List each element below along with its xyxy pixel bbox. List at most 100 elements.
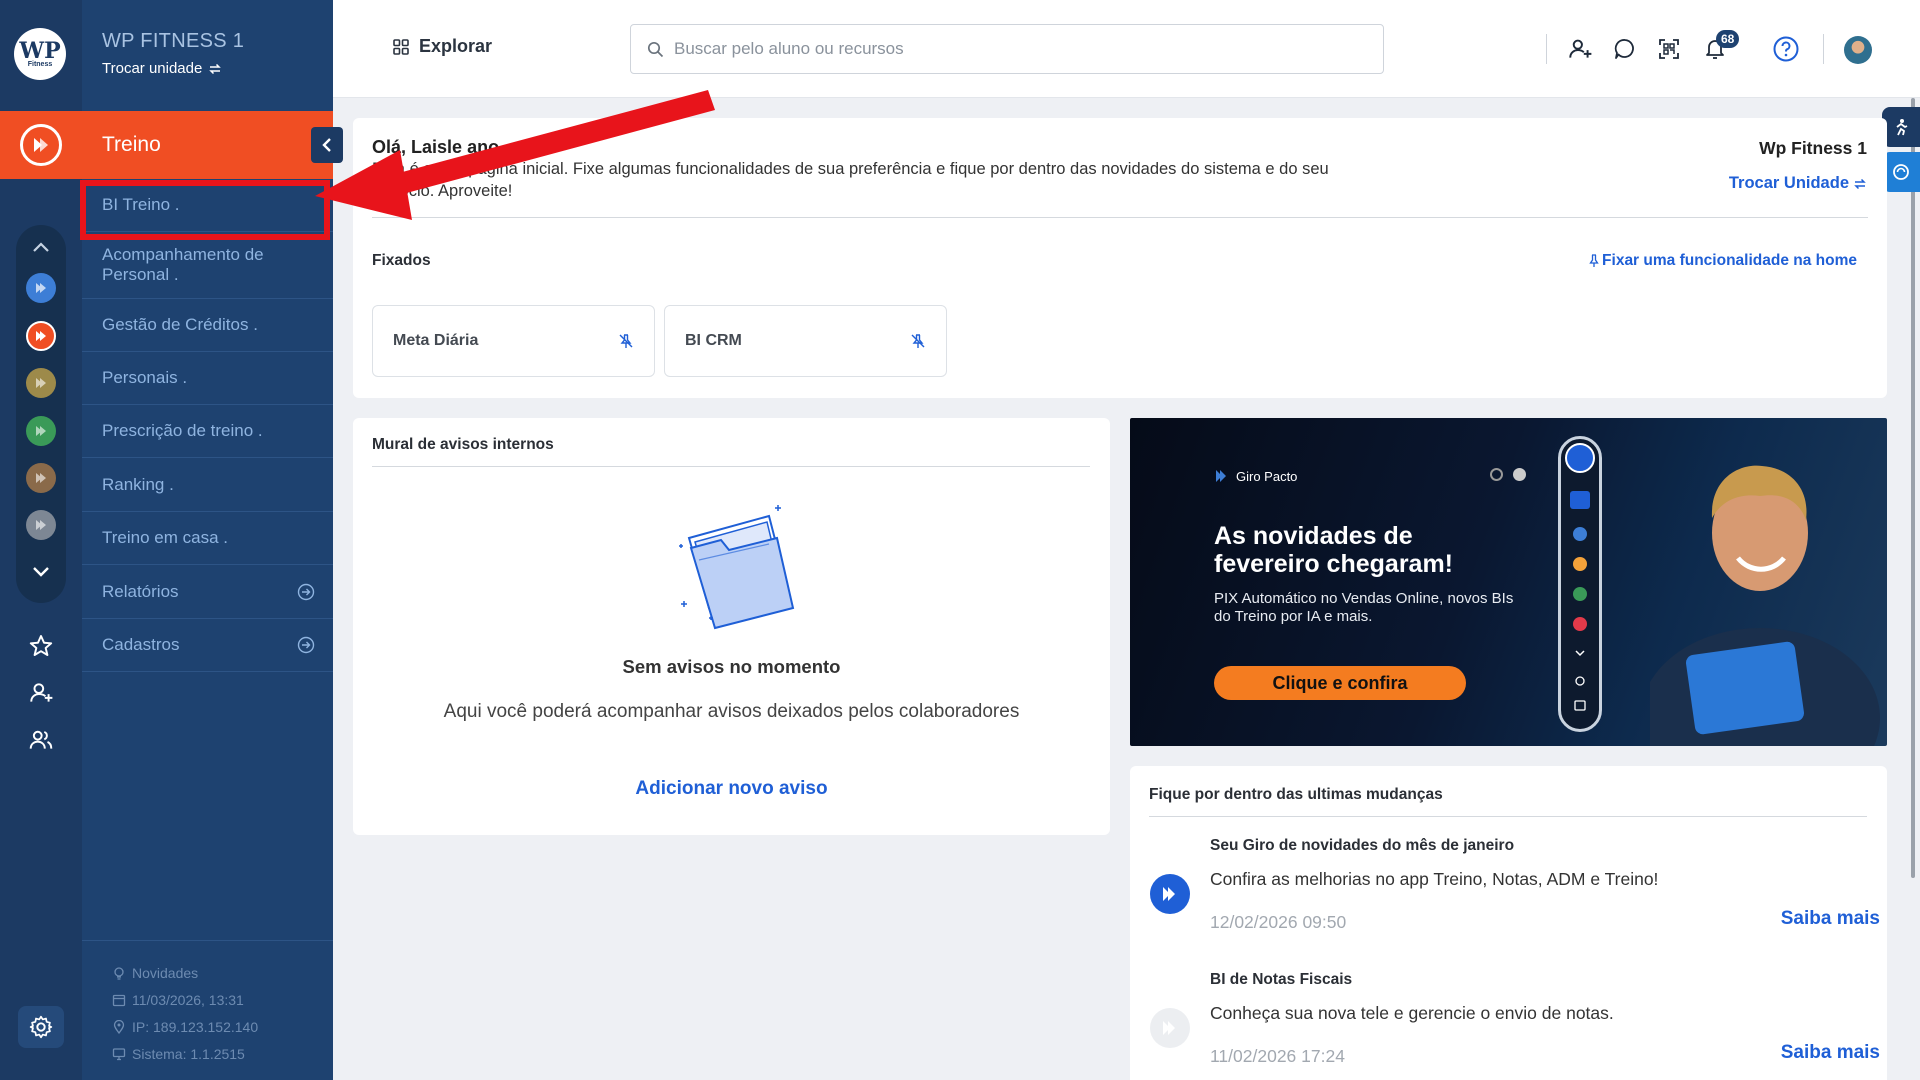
menu-item[interactable]: Prescrição de treino .	[82, 405, 333, 458]
arrow-circle-right-icon	[297, 583, 315, 600]
menu-item-label: Personais .	[102, 368, 188, 387]
switch-unit-button[interactable]: Trocar Unidade	[1729, 174, 1867, 193]
collapse-menu-button[interactable]	[311, 127, 343, 163]
menu-list: BI Treino . Acompanhamento de Personal .G…	[82, 179, 333, 672]
module-icon-brown[interactable]	[26, 463, 56, 493]
changelog-item-date: 12/02/2026 09:50	[1210, 912, 1347, 932]
chevron-down-icon[interactable]	[26, 556, 56, 586]
pin-icon	[1589, 254, 1599, 267]
menu-item-label: Gestão de Créditos .	[102, 315, 258, 334]
page-scrollbar[interactable]	[1911, 98, 1915, 878]
menu-item[interactable]: Ranking .	[82, 458, 333, 512]
changelog-item: BI de Notas Fiscais Conheça sua nova tel…	[1210, 971, 1880, 1067]
greeting-hidden-text: ano	[467, 137, 500, 157]
changelog-title: Fique por dentro das ultimas mudanças	[1149, 786, 1443, 803]
module-icon-gold[interactable]	[26, 368, 56, 398]
menu-item-label: Ranking .	[102, 474, 174, 494]
company-logo[interactable]: WP Fitness	[14, 28, 66, 80]
module-icon-orange[interactable]	[26, 321, 56, 351]
runner-icon	[1896, 119, 1908, 136]
qr-code-button[interactable]	[1652, 32, 1686, 66]
chevron-up-icon[interactable]	[26, 232, 56, 262]
chat-icon	[1614, 39, 1634, 59]
promo-banner[interactable]: Giro Pacto As novidades de fevereiro che…	[1130, 418, 1887, 746]
qr-icon	[1659, 39, 1679, 59]
logo-text: WP	[19, 37, 61, 64]
footer-system-value: Sistema: 1.1.2515	[132, 1045, 245, 1062]
pinned-section-title: Fixados	[372, 252, 431, 269]
pinned-card-label: Meta Diária	[393, 332, 479, 349]
welcome-intro: Esta é a sua página inicial. Fixe alguma…	[372, 160, 1329, 200]
top-divider	[1546, 34, 1547, 64]
top-divider	[1823, 34, 1824, 64]
notifications-button[interactable]: 68	[1698, 30, 1740, 66]
swap-icon	[1854, 178, 1866, 189]
carousel-dot-active[interactable]	[1513, 468, 1526, 481]
switch-unit-label: Trocar unidade	[102, 60, 203, 77]
module-icon-blue[interactable]	[26, 273, 56, 303]
add-notice-button[interactable]: Adicionar novo aviso	[353, 778, 1110, 800]
arrow-circle-right-icon	[297, 636, 315, 654]
switch-unit-link[interactable]: Trocar unidade	[102, 60, 222, 77]
pinned-card-bi-crm[interactable]: BI CRM	[664, 305, 947, 377]
footer-ip: IP: 189.123.152.140	[112, 1013, 333, 1040]
menu-item[interactable]: Treino em casa .	[82, 512, 333, 565]
banner-title: As novidades de fevereiro chegaram!	[1214, 522, 1454, 578]
search-box[interactable]	[630, 24, 1384, 74]
search-input[interactable]	[674, 39, 1354, 59]
banner-brand: Giro Pacto	[1214, 468, 1297, 484]
read-more-link[interactable]: Saiba mais	[1781, 1042, 1880, 1064]
annotation-highlight-box	[80, 180, 330, 240]
empty-state-title: Sem avisos no momento	[622, 656, 841, 677]
lightbulb-icon	[114, 966, 124, 980]
menu-item[interactable]: Acompanhamento de Personal .	[82, 232, 333, 299]
users-icon[interactable]	[24, 723, 58, 757]
news-link[interactable]: Novidades	[112, 959, 333, 986]
pin-off-icon[interactable]	[910, 333, 926, 349]
chat-button[interactable]	[1608, 32, 1642, 66]
greeting: Olá, Laisle ano	[372, 137, 499, 158]
folder-illustration	[679, 505, 795, 630]
help-button[interactable]	[1769, 32, 1803, 66]
star-icon[interactable]	[24, 629, 58, 663]
divider	[372, 217, 1868, 218]
side-assistant-tab[interactable]	[1882, 107, 1920, 147]
empty-state-description: Aqui você poderá acompanhar avisos deixa…	[443, 701, 1020, 722]
menu-item[interactable]: Gestão de Créditos .	[82, 299, 333, 352]
menu-item[interactable]: Relatórios	[82, 565, 333, 619]
changelog-item-description: Conheça sua nova tele e gerencie o envio…	[1210, 1003, 1614, 1023]
banner-subtitle: PIX Automático no Vendas Online, novos B…	[1214, 590, 1514, 625]
menu-item-label: Prescrição de treino .	[102, 421, 263, 440]
current-unit: Wp Fitness 1	[1759, 138, 1867, 158]
add-client-button[interactable]	[1563, 32, 1597, 66]
search-icon	[647, 41, 664, 57]
settings-button[interactable]	[18, 1006, 64, 1048]
side-chatbot-tab[interactable]	[1882, 152, 1920, 192]
location-icon	[113, 1019, 125, 1034]
menu-header-label: Treino	[102, 133, 161, 156]
divider	[1149, 816, 1867, 817]
changelog-card: Fique por dentro das ultimas mudanças Se…	[1130, 766, 1887, 1080]
greeting-text: Olá, Laisle	[372, 137, 463, 157]
unit-name: WP FITNESS 1	[102, 30, 245, 52]
rail-active-module[interactable]	[0, 111, 82, 179]
pinned-card-meta-diaria[interactable]: Meta Diária	[372, 305, 655, 377]
module-icon-gray[interactable]	[26, 510, 56, 540]
help-icon	[1773, 36, 1799, 62]
divider	[372, 466, 1090, 467]
user-plus-icon[interactable]	[24, 676, 58, 710]
menu-item-label: Acompanhamento de Personal .	[102, 245, 264, 284]
footer-datetime: 11/03/2026, 13:31	[112, 986, 333, 1013]
menu-item[interactable]: Cadastros	[82, 619, 333, 672]
user-avatar[interactable]	[1844, 36, 1872, 64]
menu-item[interactable]: Personais .	[82, 352, 333, 405]
pin-off-icon[interactable]	[618, 333, 634, 349]
module-icon-green[interactable]	[26, 416, 56, 446]
swap-icon	[209, 63, 222, 74]
logo-subtext: Fitness	[27, 60, 53, 68]
carousel-dot[interactable]	[1490, 468, 1503, 481]
pin-feature-link[interactable]: Fixar uma funcionalidade na home	[1589, 252, 1857, 270]
banner-cta-button[interactable]: Clique e confira	[1214, 666, 1466, 700]
explore-button[interactable]: Explorar	[393, 36, 492, 57]
read-more-link[interactable]: Saiba mais	[1781, 908, 1880, 930]
